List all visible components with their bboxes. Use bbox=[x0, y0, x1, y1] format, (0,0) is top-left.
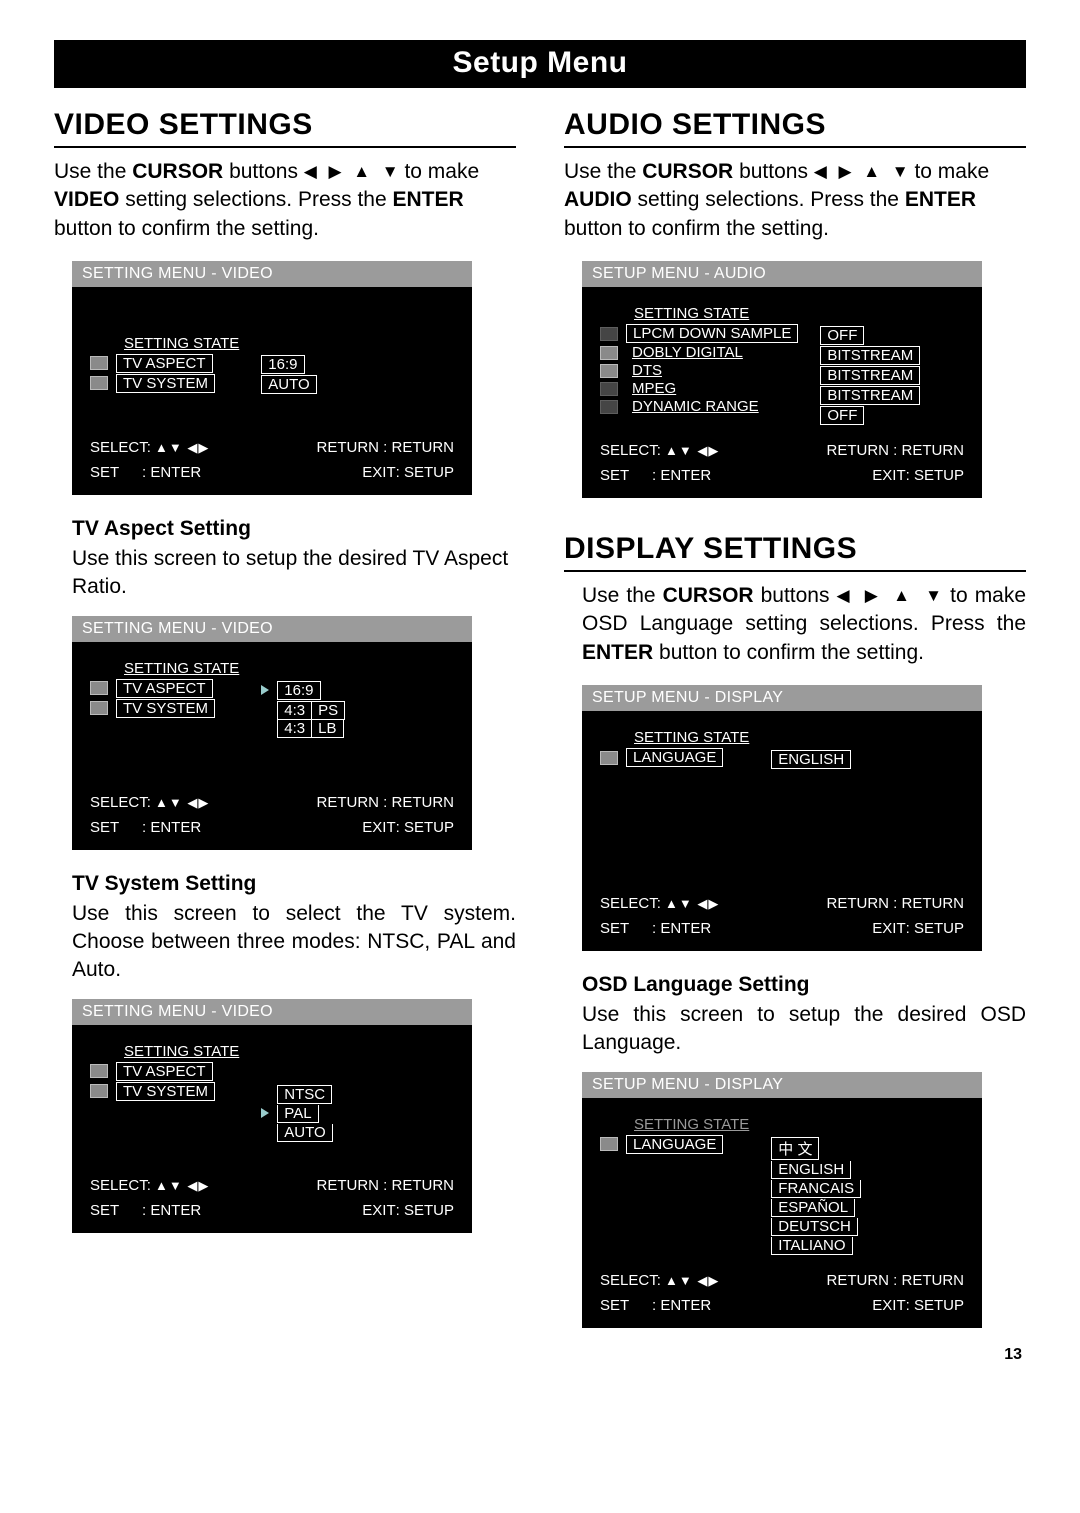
menu-item-icon bbox=[600, 751, 618, 765]
list-item: TV SYSTEM bbox=[116, 1082, 215, 1101]
osd-title: SETUP MENU - AUDIO bbox=[582, 261, 982, 287]
pointer-icon bbox=[261, 1108, 269, 1118]
list-item: DOBLY DIGITAL bbox=[626, 344, 749, 361]
display-panel-language: SETUP MENU - DISPLAY SETTING STATE LANGU… bbox=[582, 1072, 982, 1328]
value-box: BITSTREAM bbox=[820, 386, 920, 405]
list-item: LANGUAGE bbox=[626, 748, 723, 767]
page-number: 13 bbox=[54, 1346, 1026, 1364]
option: FRANCAIS bbox=[771, 1180, 861, 1198]
menu-item-icon bbox=[600, 346, 618, 360]
value-box: 16:9 bbox=[261, 355, 304, 374]
display-panel-1: SETUP MENU - DISPLAY SETTING STATE LANGU… bbox=[582, 685, 982, 951]
value-box: AUTO bbox=[261, 375, 316, 394]
tv-system-heading: TV System Setting bbox=[72, 872, 516, 896]
osd-title: SETUP MENU - DISPLAY bbox=[582, 1072, 982, 1098]
option: DEUTSCH bbox=[771, 1218, 858, 1236]
menu-item-icon bbox=[90, 1064, 108, 1078]
option: NTSC bbox=[277, 1085, 332, 1104]
up-arrow-icon: ▲ bbox=[353, 162, 370, 181]
video-panel-system: SETTING MENU - VIDEO SETTING STATE TV AS… bbox=[72, 999, 472, 1233]
value-box: ENGLISH bbox=[771, 750, 851, 769]
setting-state-label: SETTING STATE bbox=[634, 1116, 749, 1133]
value-box: BITSTREAM bbox=[820, 346, 920, 365]
setting-state-label: SETTING STATE bbox=[124, 660, 239, 677]
setting-state-label: SETTING STATE bbox=[634, 305, 798, 322]
value-box: BITSTREAM bbox=[820, 366, 920, 385]
setting-state-label: SETTING STATE bbox=[124, 335, 239, 352]
pointer-icon bbox=[261, 685, 269, 695]
list-item: TV ASPECT bbox=[90, 354, 239, 373]
right-arrow-icon: ▶ bbox=[329, 162, 342, 181]
list-item: TV ASPECT bbox=[116, 1062, 213, 1081]
setup-menu-banner: Setup Menu bbox=[54, 40, 1026, 88]
menu-item-icon bbox=[90, 1084, 108, 1098]
list-item: DYNAMIC RANGE bbox=[626, 398, 765, 415]
option: 4:3 bbox=[277, 720, 312, 738]
list-item: TV SYSTEM bbox=[116, 699, 215, 718]
video-settings-heading: VIDEO SETTINGS bbox=[54, 108, 516, 148]
list-item: LANGUAGE bbox=[626, 1135, 723, 1154]
audio-panel: SETUP MENU - AUDIO SETTING STATE LPCM DO… bbox=[582, 261, 982, 498]
display-settings-heading: DISPLAY SETTINGS bbox=[564, 532, 1026, 572]
display-intro: Use the CURSOR buttons ◀ ▶ ▲ ▼ to make O… bbox=[582, 582, 1026, 667]
osd-title: SETTING MENU - VIDEO bbox=[72, 261, 472, 287]
tv-aspect-text: Use this screen to setup the desired TV … bbox=[72, 545, 516, 602]
menu-item-icon bbox=[90, 701, 108, 715]
option: AUTO bbox=[277, 1124, 332, 1142]
value-box: OFF bbox=[820, 326, 864, 345]
video-panel-aspect: SETTING MENU - VIDEO SETTING STATE TV AS… bbox=[72, 616, 472, 850]
setting-state-label: SETTING STATE bbox=[634, 729, 749, 746]
osd-title: SETTING MENU - VIDEO bbox=[72, 999, 472, 1025]
audio-intro: Use the CURSOR buttons ◀ ▶ ▲ ▼ to make A… bbox=[564, 158, 1026, 243]
video-intro: Use the CURSOR buttons ◀ ▶ ▲ ▼ to make V… bbox=[54, 158, 516, 243]
osd-title: SETUP MENU - DISPLAY bbox=[582, 685, 982, 711]
option: ITALIANO bbox=[771, 1237, 852, 1255]
option: LB bbox=[312, 720, 343, 738]
audio-settings-heading: AUDIO SETTINGS bbox=[564, 108, 1026, 148]
down-arrow-icon: ▼ bbox=[382, 162, 399, 181]
osd-title: SETTING MENU - VIDEO bbox=[72, 616, 472, 642]
option: 16:9 bbox=[277, 681, 320, 700]
value-box: OFF bbox=[820, 406, 864, 425]
option: ENGLISH bbox=[771, 1161, 851, 1179]
list-item: TV ASPECT bbox=[116, 679, 213, 698]
list-item: MPEG bbox=[626, 380, 682, 397]
menu-item-icon bbox=[90, 356, 108, 370]
list-item: LPCM DOWN SAMPLE bbox=[626, 324, 798, 343]
menu-item-icon bbox=[600, 400, 618, 414]
menu-item-icon bbox=[90, 376, 108, 390]
menu-item-icon bbox=[90, 681, 108, 695]
tv-system-text: Use this screen to select the TV system.… bbox=[72, 900, 516, 985]
tv-aspect-heading: TV Aspect Setting bbox=[72, 517, 516, 541]
left-arrow-icon: ◀ bbox=[304, 162, 317, 181]
option: PS bbox=[312, 701, 345, 720]
osd-footer: SELECT: ▲▼ ◀▶ RETURN : RETURN SET: ENTER… bbox=[72, 431, 472, 495]
list-item: DTS bbox=[626, 362, 668, 379]
video-panel-1: SETTING MENU - VIDEO SETTING STATE TV AS… bbox=[72, 261, 472, 495]
list-item: TV SYSTEM bbox=[90, 374, 239, 393]
menu-item-icon bbox=[600, 327, 618, 341]
option: 4:3 bbox=[277, 701, 312, 720]
option: ESPAÑOL bbox=[771, 1199, 855, 1217]
menu-item-icon bbox=[600, 1137, 618, 1151]
menu-item-icon bbox=[600, 364, 618, 378]
menu-item-icon bbox=[600, 382, 618, 396]
option: 中 文 bbox=[771, 1137, 819, 1160]
osd-language-text: Use this screen to setup the desired OSD… bbox=[582, 1001, 1026, 1058]
osd-language-heading: OSD Language Setting bbox=[582, 973, 1026, 997]
setting-state-label: SETTING STATE bbox=[124, 1043, 239, 1060]
option: PAL bbox=[277, 1105, 318, 1123]
